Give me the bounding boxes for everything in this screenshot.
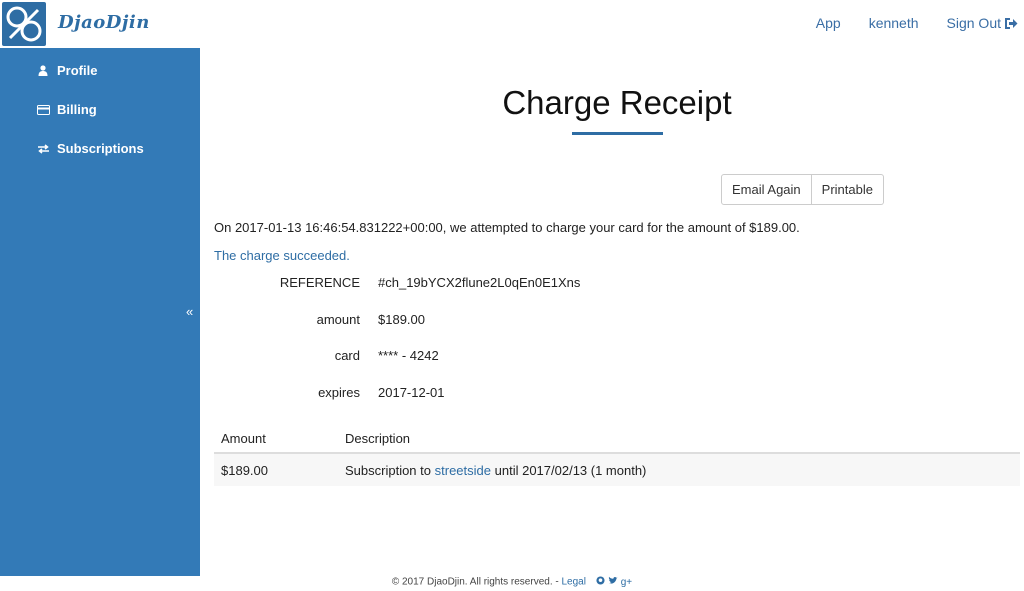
description-prefix: Subscription to	[345, 462, 431, 478]
github-icon[interactable]	[596, 576, 605, 588]
sidebar-item-label: Profile	[57, 63, 98, 78]
expires-label: expires	[318, 385, 360, 400]
expires-value: 2017-12-01	[378, 385, 445, 400]
sidebar-item-subscriptions[interactable]: Subscriptions	[36, 141, 144, 156]
legal-link[interactable]: Legal	[562, 577, 586, 588]
djaodjin-logo[interactable]	[2, 2, 46, 46]
google-plus-icon[interactable]: g+	[621, 577, 632, 588]
user-icon	[36, 64, 50, 78]
sidebar-item-profile[interactable]: Profile	[36, 63, 97, 78]
credit-card-icon	[36, 103, 50, 117]
sign-out-label: Sign Out	[946, 15, 1001, 31]
footer: © 2017 DjaoDjin. All rights reserved. - …	[0, 576, 1024, 588]
plan-link[interactable]: streetside	[435, 463, 491, 478]
social-links: g+	[593, 576, 632, 588]
nav-app-link[interactable]: App	[816, 15, 841, 31]
email-again-button[interactable]: Email Again	[721, 174, 812, 205]
exchange-icon	[36, 142, 50, 156]
description-suffix: until 2017/02/13 (1 month)	[494, 462, 647, 478]
receipt-actions: Email Again Printable	[721, 174, 884, 205]
invoice-items-table: Amount Description $189.00 Subscription …	[214, 424, 1020, 486]
title-underline	[572, 132, 663, 135]
reference-label: REFERENCE	[279, 275, 360, 290]
copyright-text: © 2017 DjaoDjin. All rights reserved. -	[391, 576, 559, 588]
sign-out-link[interactable]: Sign Out	[947, 15, 1018, 31]
card-label: card	[334, 348, 360, 363]
printable-button[interactable]: Printable	[811, 174, 884, 205]
sidebar-item-label: Subscriptions	[57, 141, 144, 156]
collapse-sidebar-icon[interactable]: «	[186, 304, 193, 319]
sidebar-item-label: Billing	[57, 102, 97, 117]
amount-label: amount	[316, 312, 360, 327]
row-description: Subscription to streetside until 2017/02…	[338, 453, 1020, 486]
twitter-icon[interactable]	[608, 576, 618, 588]
card-value: **** - 4242	[378, 348, 439, 363]
description-column-header: Description	[338, 424, 1020, 454]
sidebar-item-billing[interactable]: Billing	[36, 102, 97, 117]
page-title: Charge Receipt	[502, 84, 732, 121]
amount-value: $189.00	[378, 312, 425, 327]
charge-attempt-message: On 2017-01-13 16:46:54.831222+00:00, we …	[214, 220, 800, 235]
charge-result-message: The charge succeeded.	[214, 248, 350, 263]
top-nav: App kenneth Sign Out	[788, 15, 1018, 31]
sidebar: Profile Billing Subscriptions «	[0, 48, 200, 576]
brand-name[interactable]: DjaoDjin	[58, 12, 150, 33]
amount-column-header: Amount	[214, 424, 338, 454]
nav-user-link[interactable]: kenneth	[869, 15, 919, 31]
table-header-row: Amount Description	[214, 424, 1020, 454]
top-navbar: DjaoDjin App kenneth Sign Out	[0, 0, 1024, 48]
sign-out-icon	[1005, 17, 1018, 29]
row-amount: $189.00	[214, 453, 338, 486]
reference-value: #ch_19bYCX2flune2L0qEn0E1Xns	[378, 275, 581, 290]
logo-mark-icon	[4, 4, 44, 44]
table-row: $189.00 Subscription to streetside until…	[214, 453, 1020, 486]
